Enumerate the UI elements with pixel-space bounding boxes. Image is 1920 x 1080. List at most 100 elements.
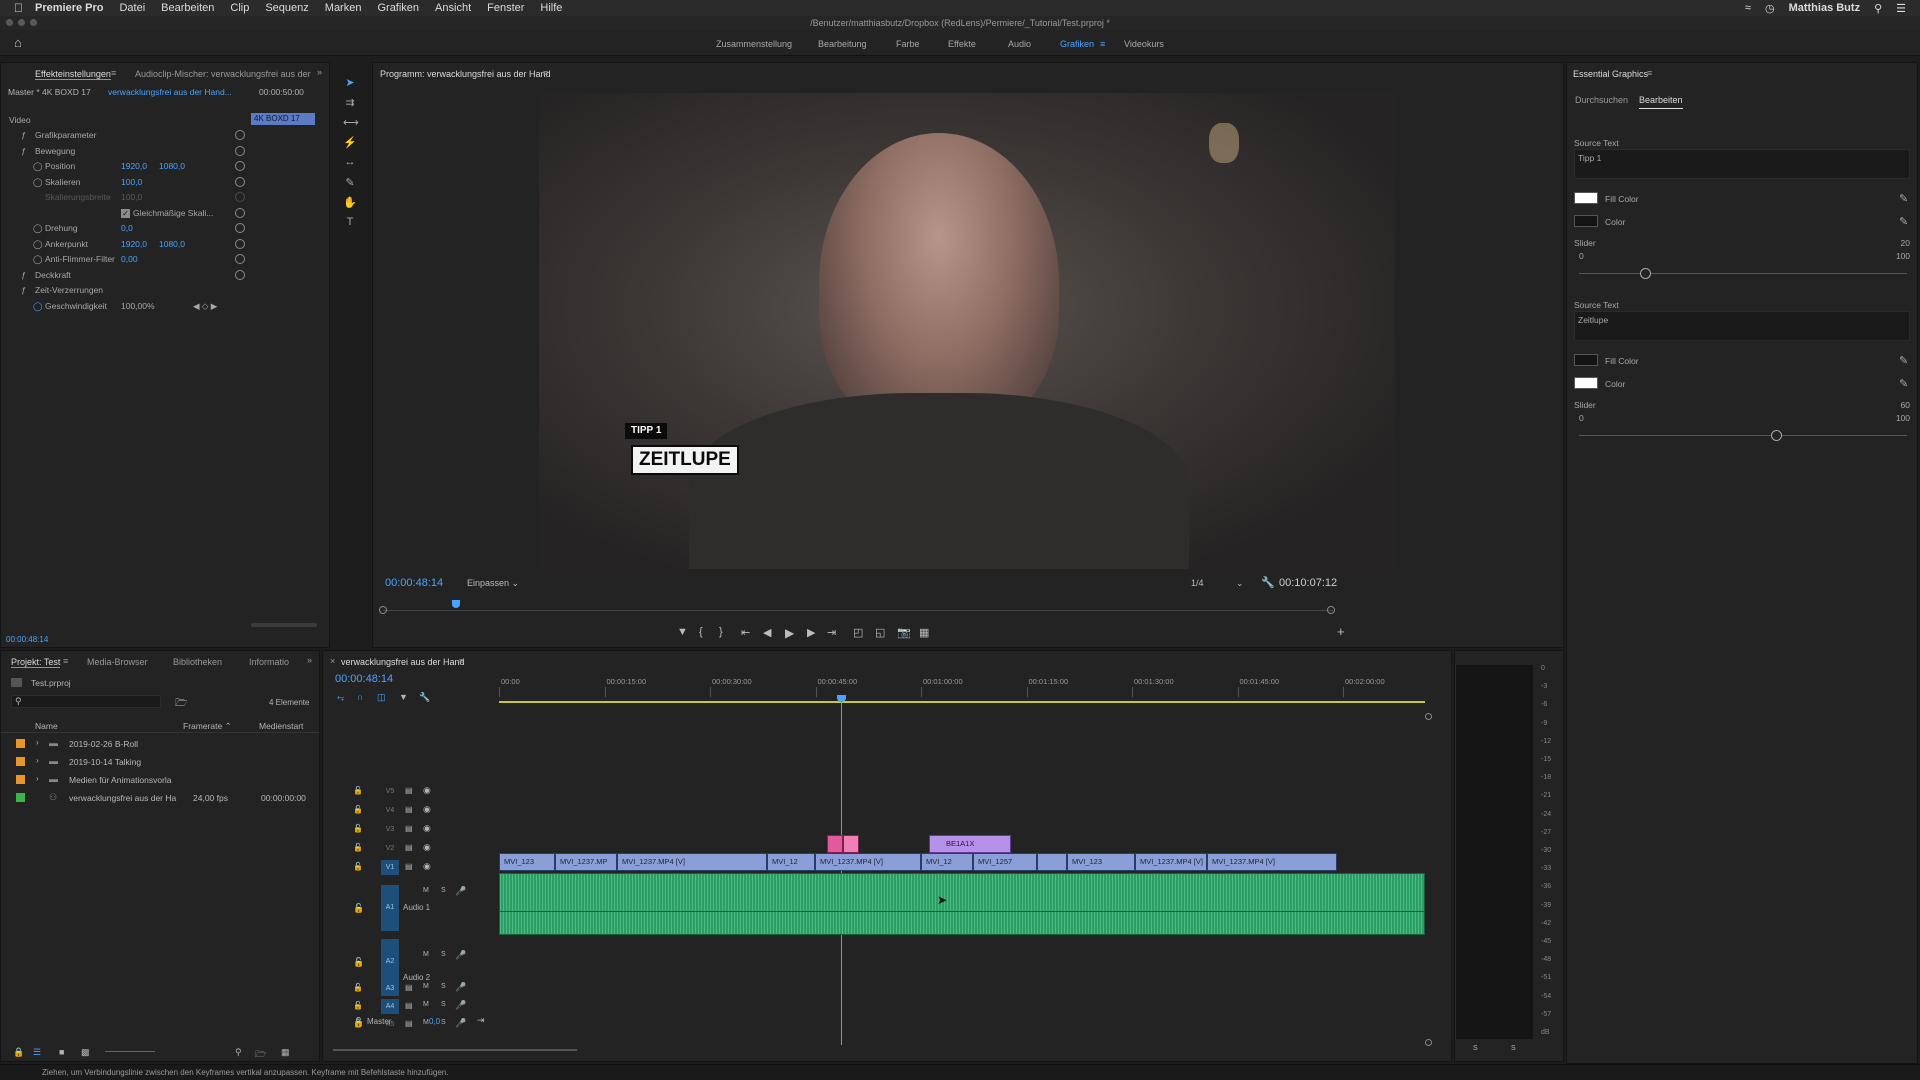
stopwatch-icon[interactable]: ◯: [33, 239, 43, 250]
eye-icon[interactable]: ◉: [423, 785, 431, 796]
video-track-header[interactable]: 🔓 V1 ▤ ◉: [323, 859, 499, 877]
video-clip[interactable]: MVI_123: [499, 853, 555, 871]
col-name[interactable]: Name: [35, 721, 58, 731]
video-track-header[interactable]: 🔓 V4 ▤ ◉: [323, 802, 499, 820]
menu-sequenz[interactable]: Sequenz: [265, 2, 308, 14]
new-bin-icon[interactable]: 🗁: [175, 696, 187, 713]
go-to-in-icon[interactable]: ⇤: [741, 626, 750, 639]
freeform-view-icon[interactable]: ▩: [81, 1047, 90, 1058]
menu-hilfe[interactable]: Hilfe: [540, 2, 562, 14]
track-lock-icon[interactable]: 🔓: [353, 1001, 363, 1010]
reset-icon[interactable]: [235, 239, 245, 249]
film-icon[interactable]: ▤: [405, 862, 413, 871]
col-framerate[interactable]: Framerate ⌃: [183, 721, 232, 732]
program-timecode[interactable]: 00:00:48:14: [385, 577, 443, 589]
panel-menu-icon[interactable]: ≡: [111, 68, 116, 78]
mute-button[interactable]: M: [423, 887, 429, 894]
menu-datei[interactable]: Datei: [119, 2, 145, 14]
reset-icon[interactable]: [235, 223, 245, 233]
scroll-circle-icon[interactable]: [1425, 713, 1432, 720]
reset-icon[interactable]: [235, 161, 245, 171]
solo-button[interactable]: S: [441, 887, 446, 894]
reset-icon[interactable]: [235, 208, 245, 218]
search-icon[interactable]: ⚲: [1874, 2, 1882, 15]
track-target[interactable]: A3: [381, 981, 399, 996]
export-frame-icon[interactable]: 📷: [897, 626, 911, 639]
checkbox-checked[interactable]: ✓: [121, 209, 130, 218]
menu-list-icon[interactable]: ☰: [1896, 2, 1906, 15]
keyframe-nav-icon[interactable]: ◀ ◇ ▶: [193, 301, 217, 312]
video-track-header[interactable]: 🔓 V3 ▤ ◉: [323, 821, 499, 839]
slider-value[interactable]: 60: [1886, 400, 1910, 410]
film-icon[interactable]: ▤: [405, 1001, 413, 1010]
timeline-close-icon[interactable]: ×: [330, 656, 335, 666]
eyedropper-icon[interactable]: ✎: [1899, 192, 1908, 205]
clip-v2-graphic[interactable]: BE1A1X: [929, 835, 1011, 853]
pen-icon[interactable]: ✎: [343, 176, 357, 190]
slider-value[interactable]: 20: [1886, 238, 1910, 248]
workspace-effekte[interactable]: Effekte: [948, 39, 976, 49]
slider-track[interactable]: [1579, 273, 1907, 274]
track-select-icon[interactable]: ⇉: [343, 96, 357, 110]
panel-menu-icon[interactable]: ≡: [1647, 68, 1652, 78]
video-clip[interactable]: MVI_1237.MP: [555, 853, 617, 871]
track-lock-icon[interactable]: 🔓: [353, 983, 363, 992]
list-item[interactable]: › ▬ 2019-02-26 B-Roll: [11, 735, 317, 753]
reset-icon[interactable]: [235, 146, 245, 156]
track-target[interactable]: V4: [381, 803, 399, 818]
new-item-icon[interactable]: ▦: [281, 1047, 290, 1058]
solo-button[interactable]: S: [441, 951, 446, 958]
selection-tool-icon[interactable]: ➤: [343, 76, 357, 90]
icon-view-icon[interactable]: ■: [59, 1047, 64, 1057]
track-lock-icon[interactable]: 🔓: [353, 903, 364, 914]
reset-icon[interactable]: [235, 177, 245, 187]
row-drehung[interactable]: ◯ Drehung 0,0: [9, 223, 245, 237]
disclosure-icon[interactable]: ›: [36, 774, 39, 783]
source-text-field[interactable]: Tipp 1: [1574, 149, 1910, 179]
disclosure-icon[interactable]: ›: [36, 756, 39, 765]
master-value[interactable]: 0,0: [429, 1017, 440, 1026]
type-tool-icon[interactable]: T: [343, 216, 357, 230]
timeline-vscroll[interactable]: [1425, 713, 1433, 1047]
stopwatch-icon[interactable]: ◯: [33, 223, 43, 234]
clip-link[interactable]: verwacklungsfrei aus der Hand...: [108, 87, 232, 97]
mute-button[interactable]: M: [423, 983, 429, 990]
wifi-icon[interactable]: ≈: [1745, 2, 1751, 14]
user-name[interactable]: Matthias Butz: [1789, 2, 1861, 14]
row-anti-flimmer[interactable]: ◯ Anti-Flimmer-Filter 0,00: [9, 254, 245, 268]
workspace-videokurs[interactable]: Videokurs: [1124, 39, 1164, 49]
workspace-grafiken[interactable]: Grafiken: [1060, 39, 1094, 49]
microphone-icon[interactable]: 🎤: [455, 886, 466, 897]
film-icon[interactable]: ▤: [405, 824, 413, 833]
label-color-chip[interactable]: [16, 793, 25, 802]
reset-icon[interactable]: [235, 254, 245, 264]
stopwatch-icon[interactable]: ◯: [33, 301, 43, 312]
track-target[interactable]: A4: [381, 999, 399, 1014]
track-lock-icon[interactable]: 🔓: [353, 824, 363, 833]
go-to-out-icon[interactable]: ⇥: [827, 626, 836, 639]
clip-chip[interactable]: 4K BOXD 17: [251, 113, 315, 125]
col-medienstart[interactable]: Medienstart: [259, 721, 303, 731]
video-clip[interactable]: MVI_1257: [973, 853, 1037, 871]
list-item[interactable]: › ▬ Medien für Animationsvorla: [11, 771, 317, 789]
workspace-menu-icon[interactable]: ≡: [1100, 39, 1105, 49]
lift-icon[interactable]: ◰: [853, 626, 863, 639]
video-clip[interactable]: MVI_12: [767, 853, 815, 871]
timeline-title[interactable]: verwacklungsfrei aus der Hand: [341, 657, 465, 667]
project-search-input[interactable]: ⚲: [11, 695, 161, 708]
video-clip[interactable]: MVI_1237.MP4 [V]: [617, 853, 767, 871]
track-lock-icon[interactable]: 🔓: [353, 957, 364, 968]
video-clip[interactable]: MVI_1237.MP4 [V]: [815, 853, 921, 871]
menu-grafiken[interactable]: Grafiken: [377, 2, 419, 14]
home-icon[interactable]: ⌂: [14, 35, 22, 50]
list-view-icon[interactable]: ☰: [33, 1047, 41, 1058]
master-end-icon[interactable]: ⇥: [477, 1015, 485, 1026]
eyedropper-icon[interactable]: ✎: [1899, 215, 1908, 228]
compare-icon[interactable]: ▦: [919, 626, 929, 639]
scroll-circle-icon[interactable]: [1425, 1039, 1432, 1046]
add-marker-icon[interactable]: ▼: [677, 626, 688, 638]
track-lock-icon[interactable]: 🔓: [353, 1017, 364, 1028]
lock-icon[interactable]: 🔒: [13, 1047, 24, 1058]
ripple-edit-icon[interactable]: ⟷: [343, 116, 359, 130]
microphone-icon[interactable]: 🎤: [455, 1000, 466, 1011]
